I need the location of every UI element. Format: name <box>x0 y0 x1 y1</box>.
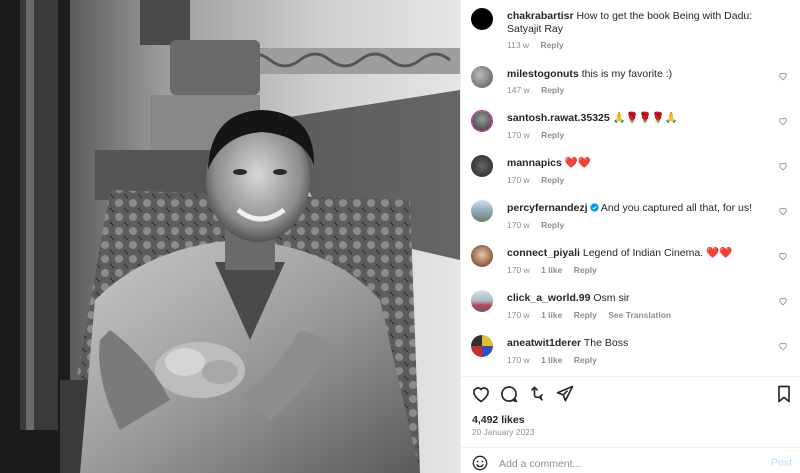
comment-meta: 170 w 1 like Reply See Translation <box>507 310 680 320</box>
comment-username[interactable]: milestogonuts <box>507 68 579 80</box>
comments-panel: chakrabartisr How to get the book Being … <box>460 0 800 473</box>
avatar[interactable] <box>471 8 493 30</box>
post-viewer: chakrabartisr How to get the book Being … <box>0 0 800 473</box>
reply-button[interactable]: Reply <box>574 310 597 320</box>
comments-list[interactable]: chakrabartisr How to get the book Being … <box>461 0 800 376</box>
see-translation-button[interactable]: See Translation <box>608 310 671 320</box>
black-and-white-portrait-image <box>0 0 460 473</box>
add-comment-bar: Post <box>461 448 800 473</box>
comment-time[interactable]: 147 w <box>507 85 530 95</box>
comment-body: The Boss <box>583 337 629 349</box>
comment-text: milestogonuts this is my favorite :) <box>507 68 767 81</box>
avatar[interactable] <box>471 200 493 222</box>
avatar[interactable] <box>471 290 493 312</box>
reply-button[interactable]: Reply <box>541 85 564 95</box>
comment-time[interactable]: 170 w <box>507 310 530 320</box>
comment-text: chakrabartisr How to get the book Being … <box>507 10 767 36</box>
comment-meta: 113 w Reply <box>507 40 573 50</box>
comment-username[interactable]: aneatwit1derer <box>507 337 581 349</box>
comment-meta: 170 w Reply <box>507 175 573 185</box>
comment-text: percyfernandezj And you captured all tha… <box>507 202 767 215</box>
comment-meta: 170 w 1 like Reply <box>507 355 606 365</box>
comment-meta: 147 w Reply <box>507 85 573 95</box>
post-date[interactable]: 20 January 2023 <box>472 428 535 437</box>
comment-text: connect_piyali Legend of Indian Cinema. … <box>507 247 767 260</box>
comment-icon[interactable] <box>499 384 519 404</box>
comment-username[interactable]: connect_piyali <box>507 247 580 259</box>
divider <box>461 376 800 377</box>
comment-body: Legend of Indian Cinema. ❤️❤️ <box>582 247 733 259</box>
comment-like-count[interactable]: 1 like <box>541 355 562 365</box>
like-comment-heart-icon[interactable] <box>778 161 788 171</box>
comment-username[interactable]: chakrabartisr <box>507 10 574 22</box>
comment-text: click_a_world.99 Osm sir <box>507 292 767 305</box>
comment-text: santosh.rawat.35325 🙏🌹🌹🌹🙏 <box>507 112 767 125</box>
comment-like-count[interactable]: 1 like <box>541 310 562 320</box>
comment-body: 🙏🌹🌹🌹🙏 <box>612 112 679 124</box>
comment-time[interactable]: 170 w <box>507 355 530 365</box>
emoji-icon[interactable] <box>472 455 488 471</box>
avatar[interactable] <box>471 110 493 132</box>
share-icon[interactable] <box>527 384 547 404</box>
comment-time[interactable]: 113 w <box>507 40 529 50</box>
comment-time[interactable]: 170 w <box>507 220 530 230</box>
comment-text: mannapics ❤️❤️ <box>507 157 767 170</box>
verified-badge-icon <box>589 203 599 212</box>
send-icon[interactable] <box>555 384 575 404</box>
post-comment-button[interactable]: Post <box>771 457 792 469</box>
comment-meta: 170 w Reply <box>507 220 573 230</box>
comment-body: Osm sir <box>593 292 630 304</box>
reply-button[interactable]: Reply <box>574 355 597 365</box>
avatar[interactable] <box>471 335 493 357</box>
comment-meta: 170 w 1 like Reply <box>507 265 606 275</box>
comment-time[interactable]: 170 w <box>507 265 530 275</box>
like-comment-heart-icon[interactable] <box>778 71 788 81</box>
comment-body: this is my favorite :) <box>581 68 673 80</box>
comment-like-count[interactable]: 1 like <box>541 265 562 275</box>
comment-time[interactable]: 170 w <box>507 130 530 140</box>
like-comment-heart-icon[interactable] <box>778 116 788 126</box>
comment-input[interactable] <box>499 457 749 471</box>
comment-username[interactable]: percyfernandezj <box>507 202 588 214</box>
comment-username[interactable]: mannapics <box>507 157 562 169</box>
reply-button[interactable]: Reply <box>541 175 564 185</box>
post-photo[interactable] <box>0 0 460 473</box>
reply-button[interactable]: Reply <box>540 40 563 50</box>
avatar[interactable] <box>471 155 493 177</box>
like-comment-heart-icon[interactable] <box>778 341 788 351</box>
post-action-bar <box>461 380 800 410</box>
comment-time[interactable]: 170 w <box>507 175 530 185</box>
reply-button[interactable]: Reply <box>541 220 564 230</box>
reply-button[interactable]: Reply <box>574 265 597 275</box>
like-comment-heart-icon[interactable] <box>778 251 788 261</box>
heart-icon[interactable] <box>471 384 491 404</box>
avatar[interactable] <box>471 245 493 267</box>
comment-text: aneatwit1derer The Boss <box>507 337 767 350</box>
comment-username[interactable]: santosh.rawat.35325 <box>507 112 610 124</box>
avatar[interactable] <box>471 66 493 88</box>
comment-username[interactable]: click_a_world.99 <box>507 292 590 304</box>
like-comment-heart-icon[interactable] <box>778 296 788 306</box>
comment-body: ❤️❤️ <box>564 157 591 169</box>
likes-count[interactable]: 4,492 likes <box>472 414 525 426</box>
comment-meta: 170 w Reply <box>507 130 573 140</box>
bookmark-icon[interactable] <box>774 384 794 404</box>
reply-button[interactable]: Reply <box>541 130 564 140</box>
like-comment-heart-icon[interactable] <box>778 206 788 216</box>
comment-body: And you captured all that, for us! <box>600 202 753 214</box>
